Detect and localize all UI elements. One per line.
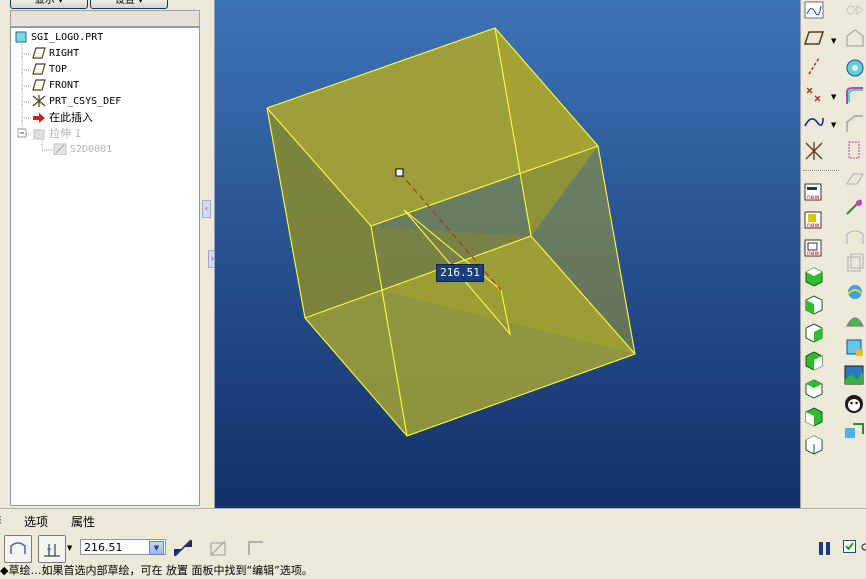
shell-tool-icon bbox=[846, 29, 864, 47]
datum-axis-tool-icon bbox=[808, 57, 820, 75]
panel-splitter[interactable]: ‹ › bbox=[202, 10, 217, 504]
datum-plane-icon bbox=[32, 79, 46, 91]
tree-item-top[interactable]: TOP bbox=[32, 62, 67, 77]
rib-tool-icon bbox=[848, 141, 860, 159]
svg-text:new: new bbox=[807, 250, 819, 257]
datum-point-dropdown-icon[interactable]: ▼ bbox=[831, 93, 836, 101]
dashboard-tab-properties[interactable]: 属性 bbox=[71, 513, 95, 530]
tree-item-csys[interactable]: PRT_CSYS_DEF bbox=[32, 94, 121, 109]
boundary-blend-icon bbox=[846, 317, 864, 327]
graphics-viewport[interactable]: 216.51 bbox=[214, 0, 801, 508]
svg-text:new: new bbox=[807, 222, 819, 229]
datum-plane-icon bbox=[32, 63, 46, 75]
mirror-tool-icon bbox=[846, 230, 864, 244]
preview-checkbox[interactable] bbox=[843, 540, 857, 554]
extrude-icon: * bbox=[33, 129, 45, 140]
swept-blend-tool-icon bbox=[805, 379, 823, 399]
solidify-tool-icon bbox=[846, 339, 863, 356]
sketch-new-icon: new bbox=[804, 211, 822, 229]
reference-new-icon: new bbox=[804, 239, 822, 257]
hole-tool-icon bbox=[846, 59, 864, 77]
dashboard-tab-placement-edge[interactable]: ⁝ bbox=[0, 513, 2, 527]
model-tree[interactable]: SGI_LOGO.PRT RIGHT TOP FRONT PRT_CSYS_DE… bbox=[10, 27, 200, 506]
thicken-sketch-button[interactable] bbox=[245, 537, 267, 559]
tree-item-front[interactable]: FRONT bbox=[32, 78, 79, 93]
datum-curve-tool-icon bbox=[804, 117, 824, 127]
blind-depth-icon bbox=[44, 544, 60, 557]
sketch-icon bbox=[53, 143, 67, 155]
remove-material-button[interactable] bbox=[207, 537, 229, 559]
pause-icon bbox=[819, 542, 830, 555]
tree-column-header bbox=[10, 10, 200, 27]
depth-option-dropdown-icon[interactable]: ▼ bbox=[67, 544, 72, 552]
csys-icon bbox=[32, 95, 46, 107]
thicken-icon bbox=[248, 541, 263, 555]
udf-tool-icon bbox=[845, 423, 864, 438]
insert-here-arrow-icon bbox=[33, 113, 45, 123]
part-icon bbox=[15, 31, 27, 43]
remove-material-icon bbox=[210, 540, 226, 556]
solid-preview bbox=[266, 27, 636, 437]
warp-tool-icon bbox=[847, 285, 863, 299]
datum-curve-sketch-icon bbox=[804, 1, 824, 19]
surface-icon bbox=[10, 542, 26, 554]
drag-handle-icon bbox=[395, 168, 404, 177]
tree-item-extrude[interactable]: *拉伸 1 bbox=[32, 126, 82, 141]
datum-grayed-icon bbox=[846, 5, 864, 15]
depth-value-dropdown-icon[interactable]: ▼ bbox=[149, 541, 164, 555]
glasses-preview-icon bbox=[859, 539, 866, 555]
svg-text:new: new bbox=[807, 194, 819, 201]
blend-tool-icon bbox=[805, 351, 823, 371]
round-tool-icon bbox=[846, 87, 863, 104]
revolve-tool-icon bbox=[805, 295, 823, 315]
tree-item-insert-here[interactable]: 在此插入 bbox=[32, 110, 93, 125]
feature-toolbar: new new new ▼ ▼ ▼ bbox=[800, 0, 866, 508]
tree-item-part[interactable]: SGI_LOGO.PRT bbox=[14, 30, 103, 45]
model-tree-panel: 显示 ▾ 设置 ▾ SGI_LOGO.PRT RIGHT TOP FRONT P… bbox=[0, 0, 217, 508]
coordinate-system-tool-icon bbox=[805, 142, 823, 160]
show-menu-button[interactable]: 显示 ▾ bbox=[10, 0, 88, 9]
flip-direction-icon bbox=[174, 539, 192, 557]
dashboard-tab-options[interactable]: 选项 bbox=[24, 513, 48, 530]
texture-image-icon bbox=[844, 365, 864, 385]
helical-sweep-tool-icon bbox=[805, 407, 823, 427]
analysis-feature-icon: new bbox=[804, 183, 822, 201]
extrude-as-surface-button[interactable] bbox=[4, 535, 32, 563]
face-graphic-icon bbox=[845, 395, 863, 413]
depth-option-button[interactable] bbox=[38, 535, 66, 563]
datum-curve-dropdown-icon[interactable]: ▼ bbox=[831, 121, 836, 129]
collapse-left-icon[interactable]: ‹ bbox=[202, 200, 211, 218]
draft-tool-icon bbox=[846, 173, 864, 185]
chamfer-tool-icon bbox=[846, 115, 863, 132]
pause-button[interactable] bbox=[816, 539, 834, 557]
depth-value-input[interactable]: 216.51 ▼ bbox=[80, 539, 166, 555]
datum-plane-dropdown-icon[interactable]: ▼ bbox=[831, 37, 836, 45]
depth-dimension-label[interactable]: 216.51 bbox=[436, 264, 484, 282]
pattern-tool-icon bbox=[846, 199, 862, 215]
datum-plane-icon bbox=[32, 47, 46, 59]
extrude-tool-icon bbox=[805, 267, 823, 287]
status-message: ◆草绘…如果首选内部草绘，可在 放置 面板中找到“编辑”选项。 bbox=[0, 564, 313, 577]
variable-section-sweep-icon bbox=[805, 435, 823, 455]
checkbox-checked-icon bbox=[843, 540, 856, 553]
toolbar-separator bbox=[803, 170, 839, 172]
settings-menu-button[interactable]: 设置 ▾ bbox=[90, 0, 168, 9]
datum-plane-tool-icon bbox=[803, 31, 825, 45]
sweep-tool-icon bbox=[805, 323, 823, 343]
datum-point-tool-icon bbox=[806, 87, 821, 102]
tree-item-right[interactable]: RIGHT bbox=[32, 46, 79, 61]
flip-direction-button[interactable] bbox=[172, 537, 194, 559]
tree-item-sketch[interactable]: S2D0001 bbox=[53, 142, 112, 157]
offset-tool-icon bbox=[847, 253, 864, 272]
